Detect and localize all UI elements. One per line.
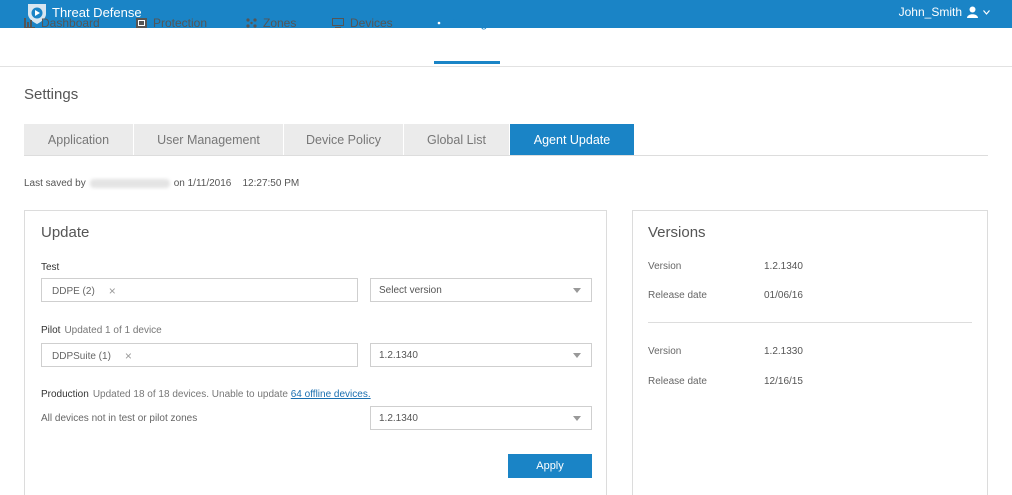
chip-label: DDPE (2)	[52, 285, 95, 297]
nav-settings[interactable]: Settings	[434, 12, 493, 34]
test-version-select[interactable]: Select version	[370, 278, 592, 302]
production-label: Production Updated 18 of 18 devices. Unab…	[41, 389, 371, 400]
version-label: Version	[648, 261, 682, 272]
nav-label: Protection	[153, 16, 208, 30]
last-saved-date: on 1/11/2016	[173, 178, 232, 189]
production-note: All devices not in test or pilot zones	[41, 413, 198, 424]
release-date-value: 01/06/16	[764, 290, 803, 301]
chevron-down-icon	[573, 416, 581, 421]
zone-chip: DDPE (2) ×	[52, 284, 116, 298]
last-saved-prefix: Last saved by	[24, 178, 86, 189]
active-tab-indicator	[434, 61, 500, 64]
bar-chart-icon	[24, 18, 35, 28]
test-zone-input[interactable]: DDPE (2) ×	[41, 278, 358, 302]
gear-icon	[434, 18, 444, 28]
user-icon	[967, 6, 978, 18]
nav-label: Devices	[350, 16, 393, 30]
offline-devices-link[interactable]: 64 offline devices.	[291, 389, 371, 400]
zones-icon	[246, 18, 257, 28]
tab-agent-update[interactable]: Agent Update	[510, 124, 635, 155]
tab-application[interactable]: Application	[24, 124, 134, 155]
nav-protection[interactable]: Protection	[136, 12, 207, 34]
update-title: Update	[41, 224, 90, 241]
redacted-username	[89, 178, 170, 188]
apply-button[interactable]: Apply	[508, 454, 592, 478]
remove-chip-icon[interactable]: ×	[109, 284, 116, 298]
nav-label: Settings	[450, 16, 494, 30]
select-value: Select version	[379, 285, 442, 296]
production-label-text: Production	[41, 389, 89, 400]
nav-dashboard[interactable]: Dashboard	[24, 12, 100, 34]
remove-chip-icon[interactable]: ×	[125, 349, 132, 363]
nav-zones[interactable]: Zones	[246, 12, 296, 34]
monitor-icon	[332, 18, 344, 28]
pilot-status: Updated 1 of 1 device	[64, 325, 162, 336]
settings-tabs: Application User Management Device Polic…	[24, 124, 988, 156]
user-menu[interactable]: John_Smith	[899, 5, 990, 19]
page-title: Settings	[24, 86, 79, 103]
pilot-label: Pilot Updated 1 of 1 device	[41, 325, 162, 336]
zone-chip: DDPSuite (1) ×	[52, 349, 132, 363]
test-label-text: Test	[41, 262, 60, 273]
last-saved-info: Last saved by on 1/11/2016 12:27:50 PM	[24, 178, 299, 189]
chevron-down-icon	[573, 353, 581, 358]
versions-panel	[632, 210, 988, 495]
chevron-down-icon	[983, 9, 990, 15]
release-date-label: Release date	[648, 376, 707, 387]
last-saved-time: 12:27:50 PM	[242, 178, 300, 189]
versions-title: Versions	[648, 224, 706, 241]
pilot-version-select[interactable]: 1.2.1340	[370, 343, 592, 367]
test-label: Test	[41, 262, 59, 273]
version-label: Version	[648, 346, 682, 357]
production-status: Updated 18 of 18 devices. Unable to upda…	[92, 389, 288, 400]
tab-global-list[interactable]: Global List	[404, 124, 510, 155]
tab-user-management[interactable]: User Management	[134, 124, 284, 155]
pilot-label-text: Pilot	[41, 325, 61, 336]
chip-label: DDPSuite (1)	[52, 350, 111, 362]
version-value: 1.2.1330	[764, 346, 803, 357]
nav-devices[interactable]: Devices	[332, 12, 393, 34]
user-name: John_Smith	[898, 5, 962, 19]
release-date-label: Release date	[648, 290, 707, 301]
versions-divider	[648, 322, 972, 323]
select-value: 1.2.1340	[379, 350, 418, 361]
version-value: 1.2.1340	[764, 261, 803, 272]
select-value: 1.2.1340	[379, 413, 418, 424]
chevron-down-icon	[573, 288, 581, 293]
protection-icon	[136, 18, 147, 28]
production-version-select[interactable]: 1.2.1340	[370, 406, 592, 430]
nav-label: Dashboard	[41, 16, 100, 30]
pilot-zone-input[interactable]: DDPSuite (1) ×	[41, 343, 358, 367]
tab-device-policy[interactable]: Device Policy	[284, 124, 404, 155]
release-date-value: 12/16/15	[764, 376, 803, 387]
nav-label: Zones	[263, 16, 297, 30]
